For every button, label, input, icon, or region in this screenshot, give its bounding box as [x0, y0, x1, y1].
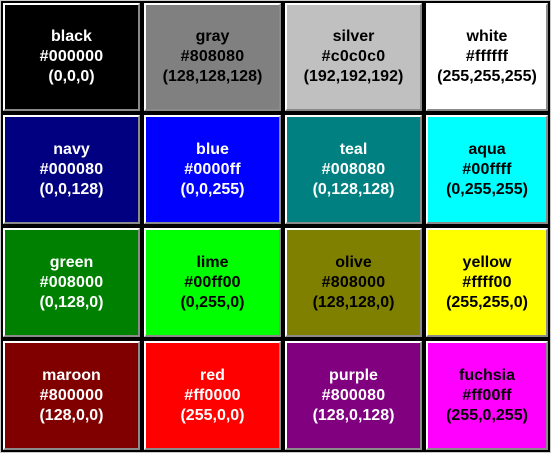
swatch-rgb: (192,192,192): [303, 68, 404, 85]
swatch-name: gray: [195, 28, 230, 45]
swatch-silver: silver #c0c0c0 (192,192,192): [285, 3, 422, 111]
swatch-name: lime: [196, 253, 229, 271]
swatch-hex: #000080: [39, 160, 104, 178]
swatch-rgb: (255,0,0): [180, 406, 245, 424]
swatch-purple: purple #800080 (128,0,128): [285, 341, 422, 450]
swatch-hex: #00ff00: [184, 273, 241, 291]
swatch-name: maroon: [42, 366, 101, 384]
swatch-green: green #008000 (0,128,0): [3, 228, 140, 337]
swatch-name: blue: [196, 140, 229, 158]
swatch-rgb: (128,0,0): [39, 406, 104, 424]
swatch-name: aqua: [468, 140, 506, 158]
swatch-white: white #ffffff (255,255,255): [426, 3, 548, 111]
swatch-name: teal: [339, 140, 368, 158]
swatch-rgb: (0,255,0): [180, 293, 245, 311]
swatch-hex: #800000: [39, 386, 104, 404]
swatch-hex: #ff0000: [184, 386, 241, 404]
swatch-hex: #808080: [180, 48, 245, 65]
swatch-blue: blue #0000ff (0,0,255): [144, 115, 281, 224]
swatch-teal: teal #008080 (0,128,128): [285, 115, 422, 224]
swatch-yellow: yellow #ffff00 (255,255,0): [426, 228, 548, 337]
swatch-aqua: aqua #00ffff (0,255,255): [426, 115, 548, 224]
swatch-rgb: (0,255,255): [446, 180, 528, 198]
swatch-hex: #008000: [39, 273, 104, 291]
swatch-olive: olive #808000 (128,128,0): [285, 228, 422, 337]
swatch-name: yellow: [462, 253, 512, 271]
swatch-gray: gray #808080 (128,128,128): [144, 3, 281, 111]
swatch-name: purple: [329, 366, 378, 384]
swatch-rgb: (128,128,128): [162, 68, 263, 85]
swatch-rgb: (0,128,0): [39, 293, 104, 311]
swatch-name: silver: [332, 28, 375, 45]
swatch-maroon: maroon #800000 (128,0,0): [3, 341, 140, 450]
swatch-hex: #ff00ff: [462, 386, 512, 404]
swatch-rgb: (0,0,0): [48, 68, 95, 85]
swatch-navy: navy #000080 (0,0,128): [3, 115, 140, 224]
swatch-rgb: (128,128,0): [312, 293, 395, 311]
swatch-rgb: (255,255,255): [437, 68, 537, 85]
swatch-rgb: (0,0,128): [39, 180, 104, 198]
swatch-hex: #ffffff: [465, 48, 509, 65]
swatch-name: fuchsia: [458, 366, 515, 384]
swatch-hex: #008080: [321, 160, 386, 178]
swatch-name: red: [200, 366, 225, 384]
swatch-name: olive: [335, 253, 372, 271]
color-chart: black #000000 (0,0,0) gray #808080 (128,…: [0, 0, 551, 453]
swatch-rgb: (0,0,255): [180, 180, 245, 198]
swatch-hex: #00ffff: [462, 160, 512, 178]
swatch-rgb: (255,255,0): [446, 293, 528, 311]
swatch-hex: #808000: [321, 273, 386, 291]
swatch-lime: lime #00ff00 (0,255,0): [144, 228, 281, 337]
swatch-fuchsia: fuchsia #ff00ff (255,0,255): [426, 341, 548, 450]
swatch-name: green: [49, 253, 94, 271]
swatch-hex: #800080: [321, 386, 386, 404]
swatch-rgb: (255,0,255): [446, 406, 528, 424]
swatch-name: navy: [53, 140, 90, 158]
swatch-hex: #000000: [39, 48, 104, 65]
swatch-hex: #0000ff: [184, 160, 241, 178]
swatch-red: red #ff0000 (255,0,0): [144, 341, 281, 450]
swatch-name: black: [51, 28, 92, 45]
swatch-rgb: (0,128,128): [312, 180, 395, 198]
swatch-hex: #c0c0c0: [321, 48, 386, 65]
swatch-rgb: (128,0,128): [312, 406, 395, 424]
swatch-name: white: [466, 28, 508, 45]
swatch-black: black #000000 (0,0,0): [3, 3, 140, 111]
swatch-hex: #ffff00: [462, 273, 512, 291]
swatch-grid: black #000000 (0,0,0) gray #808080 (128,…: [1, 1, 550, 452]
